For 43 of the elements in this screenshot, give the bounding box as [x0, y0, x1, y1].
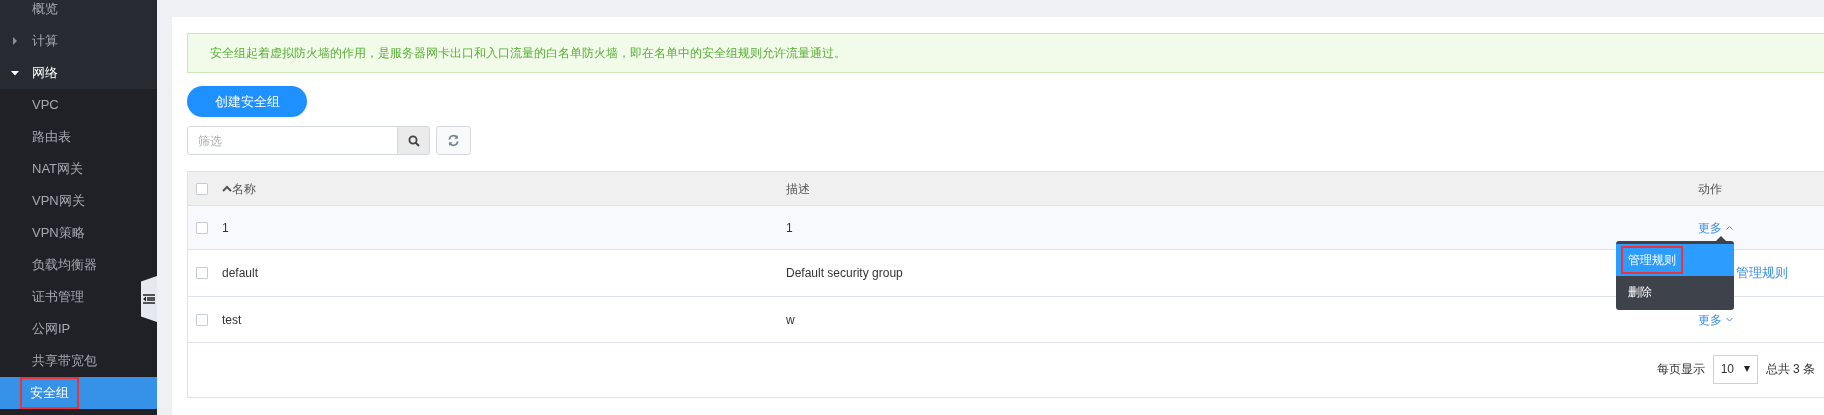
refresh-button[interactable]	[436, 126, 471, 155]
nav-item[interactable]: VPC	[30, 95, 61, 115]
search-button[interactable]	[398, 126, 430, 155]
per-page-label: 每页显示	[1656, 361, 1705, 378]
nav-item[interactable]: 负载均衡器	[30, 255, 99, 275]
checkbox[interactable]	[196, 267, 208, 279]
column-header[interactable]: 名称	[232, 179, 256, 198]
collapse-handle[interactable]	[141, 276, 157, 322]
table-cell: default	[222, 266, 259, 280]
nav-item[interactable]: NAT网关	[30, 159, 86, 179]
refresh-icon	[447, 134, 460, 147]
nav-item[interactable]: 公网IP	[30, 319, 73, 339]
checkbox[interactable]	[196, 221, 208, 234]
nav-item[interactable]: VPN策略	[30, 223, 87, 243]
nav-item[interactable]: 共享带宽包	[30, 351, 99, 371]
menu-item[interactable]: 删除	[1616, 276, 1734, 308]
collapse-icon	[143, 294, 155, 304]
nav-item[interactable]: 路由表	[30, 127, 73, 147]
page-size-select[interactable]: 10	[1712, 354, 1758, 384]
filter-field[interactable]: 筛选	[187, 126, 398, 155]
table-cell: 1	[222, 220, 229, 235]
alert-text: 安全组起着虚拟防火墙的作用，是服务器网卡出口和入口流量的白名单防火墙，即在名单中的安全组规则允许流量通过。	[210, 45, 846, 62]
table-cell: 1	[786, 220, 793, 235]
action-link[interactable]: 管理规则	[1736, 263, 1788, 283]
checkbox[interactable]	[196, 313, 208, 326]
table-cell: test	[222, 312, 242, 327]
nav-item[interactable]: 概览	[30, 0, 60, 19]
nav-item[interactable]: 计算	[30, 31, 60, 51]
table-cell: Default security group	[786, 266, 903, 280]
menu-item-label: 删除	[1627, 284, 1653, 301]
total-count: 总共 3 条	[1765, 361, 1815, 378]
menu-item-label: 管理规则	[1623, 248, 1681, 272]
column-header: 描述	[786, 180, 810, 198]
nav-item[interactable]: VPN网关	[30, 191, 87, 211]
dropdown-arrow-icon	[1743, 366, 1750, 372]
nav-item[interactable]: 证书管理	[30, 287, 86, 307]
checkbox[interactable]	[196, 182, 208, 195]
table-cell: w	[786, 312, 795, 327]
column-header: 动作	[1698, 180, 1722, 198]
search-icon	[407, 134, 420, 147]
nav-item[interactable]: 网络	[30, 63, 60, 83]
action-link[interactable]: 更多	[1698, 310, 1722, 329]
sort-ascending-icon[interactable]	[222, 185, 232, 192]
